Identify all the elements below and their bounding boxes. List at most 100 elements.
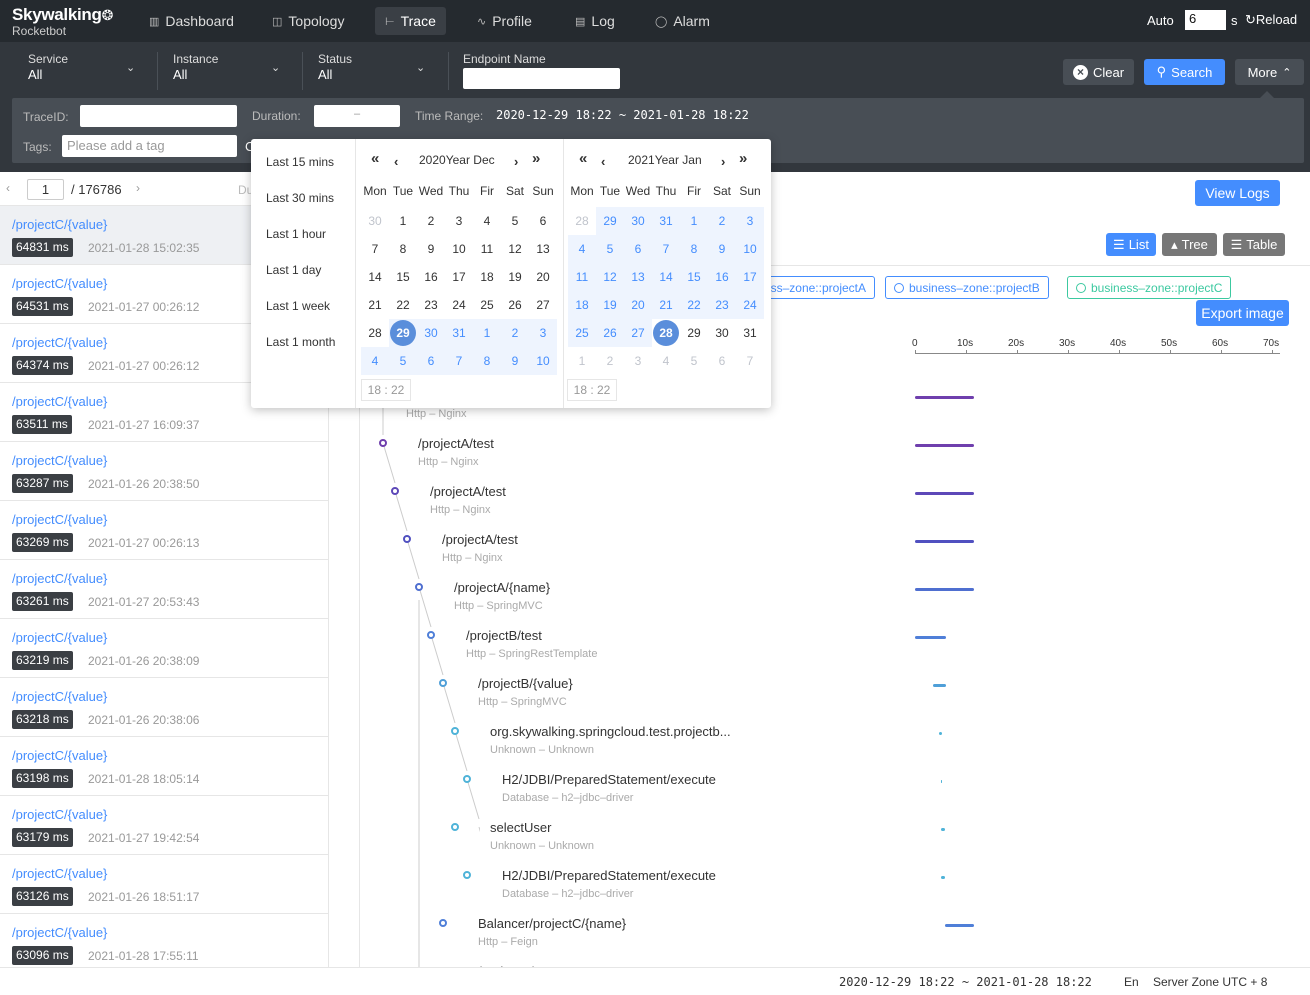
span-duration-bar[interactable] [940,828,946,831]
calendar-day[interactable]: 18 [568,291,596,319]
span-duration-bar[interactable] [915,396,974,399]
calendar-day[interactable]: 28 [568,207,596,235]
calendar-day[interactable]: 8 [680,235,708,263]
calendar-day[interactable]: 3 [736,207,764,235]
calendar-day[interactable]: 2 [708,207,736,235]
language-toggle[interactable]: En [1124,975,1139,989]
calendar-day[interactable]: 1 [389,207,417,235]
calendar-day[interactable]: 6 [529,207,557,235]
calendar-day[interactable]: 18 [473,263,501,291]
calendar-day[interactable]: 28 [653,320,679,346]
calendar-day[interactable]: 12 [596,263,624,291]
trace-list-item[interactable]: /projectC/{value} 63198 ms 2021-01-28 18:0… [0,737,328,796]
tags-input[interactable]: Please add a tag [62,135,237,157]
calendar-day[interactable]: 1 [680,207,708,235]
auto-interval-input[interactable]: 6 [1185,10,1226,30]
calendar-day[interactable]: 13 [529,235,557,263]
chevron-left-icon[interactable]: ‹ [6,181,10,195]
calendar-day[interactable]: 5 [501,207,529,235]
span-node-dot[interactable] [439,919,447,927]
calendar-day[interactable]: 19 [501,263,529,291]
calendar-day[interactable]: 27 [624,319,652,347]
zone-tag-projectB[interactable]: business–zone::projectB [885,276,1049,299]
calendar-day[interactable]: 30 [417,319,445,347]
calendar-day[interactable]: 22 [680,291,708,319]
more-button[interactable]: More ⌃ [1235,59,1304,85]
table-view-button[interactable]: ☰ Table [1223,233,1285,256]
calendar-day[interactable]: 1 [473,319,501,347]
calendar-day[interactable]: 19 [596,291,624,319]
span-node-dot[interactable] [391,487,399,495]
nav-topology[interactable]: ◫ Topology [262,7,354,35]
calendar-day[interactable]: 13 [624,263,652,291]
calendar-day[interactable]: 10 [445,235,473,263]
shortcut-option[interactable]: Last 1 day [266,263,321,277]
calendar-day[interactable]: 8 [473,347,501,375]
calendar-day[interactable]: 14 [361,263,389,291]
calendar-day[interactable]: 5 [680,347,708,375]
tree-view-button[interactable]: ▴ Tree [1162,233,1217,256]
calendar-day[interactable]: 4 [361,347,389,375]
span-duration-bar[interactable] [915,492,974,495]
shortcut-option[interactable]: Last 1 hour [266,227,326,241]
end-time-input[interactable]: 18 : 22 [567,379,617,401]
span-node-dot[interactable] [403,535,411,543]
span-node-dot[interactable] [451,823,459,831]
calendar-day[interactable]: 26 [501,291,529,319]
span-node-dot[interactable] [379,439,387,447]
calendar-day[interactable]: 27 [529,291,557,319]
trace-list-item[interactable]: /projectC/{value} 63269 ms 2021-01-27 00:2… [0,501,328,560]
span-node-dot[interactable] [427,631,435,639]
span-endpoint[interactable]: H2/JDBI/PreparedStatement/execute [502,868,716,883]
calendar-day[interactable]: 8 [389,235,417,263]
calendar-day[interactable]: 4 [652,347,680,375]
prev-month-icon[interactable]: ‹ [601,154,605,169]
calendar-day[interactable]: 25 [473,291,501,319]
calendar-day[interactable]: 26 [596,319,624,347]
span-duration-bar[interactable] [915,588,974,591]
calendar-day[interactable]: 7 [361,235,389,263]
shortcut-option[interactable]: Last 15 mins [266,155,334,169]
span-endpoint[interactable]: org.skywalking.springcloud.test.projectb… [490,724,731,739]
span-node-dot[interactable] [415,583,423,591]
calendar-day[interactable]: 21 [361,291,389,319]
calendar-day[interactable]: 29 [596,207,624,235]
export-image-button[interactable]: Export image [1196,300,1289,326]
span-node-dot[interactable] [451,727,459,735]
calendar-day[interactable]: 28 [361,319,389,347]
zone-tag-projectA[interactable]: ss–zone::projectA [760,276,875,299]
prev-month-icon[interactable]: ‹ [394,154,398,169]
span-node-dot[interactable] [439,679,447,687]
calendar-day[interactable]: 25 [568,319,596,347]
calendar-day[interactable]: 7 [652,235,680,263]
calendar-day[interactable]: 7 [736,347,764,375]
search-button[interactable]: ⚲ Search [1144,59,1225,85]
trace-list-item[interactable]: /projectC/{value} 63218 ms 2021-01-26 20:3… [0,678,328,737]
start-time-input[interactable]: 18 : 22 [361,379,411,401]
calendar-day[interactable]: 12 [501,235,529,263]
calendar-day[interactable]: 16 [708,263,736,291]
calendar-day[interactable]: 9 [501,347,529,375]
calendar-day[interactable]: 24 [445,291,473,319]
clear-button[interactable]: × Clear [1063,59,1134,85]
zone-tag-projectC[interactable]: business–zone::projectC [1067,276,1232,299]
service-select[interactable]: Service All ⌄ [28,52,138,82]
nav-profile[interactable]: ∿ Profile [467,7,542,35]
calendar-day[interactable]: 10 [529,347,557,375]
next-month-icon[interactable]: › [721,154,725,169]
trace-list-item[interactable]: /projectC/{value} 63261 ms 2021-01-27 20:5… [0,560,328,619]
calendar-day[interactable]: 9 [417,235,445,263]
reload-button[interactable]: ↻Reload [1245,12,1297,28]
span-duration-bar[interactable] [945,924,974,927]
span-endpoint[interactable]: /projectA/test [442,532,518,547]
page-input[interactable]: 1 [27,179,64,200]
calendar-day[interactable]: 29 [390,320,416,346]
calendar-day[interactable]: 5 [389,347,417,375]
calendar-day[interactable]: 9 [708,235,736,263]
nav-trace[interactable]: ⊢ Trace [375,7,446,35]
calendar-day[interactable]: 2 [501,319,529,347]
calendar-day[interactable]: 23 [708,291,736,319]
calendar-day[interactable]: 22 [389,291,417,319]
next-year-icon[interactable]: » [739,150,747,167]
calendar-day[interactable]: 30 [624,207,652,235]
